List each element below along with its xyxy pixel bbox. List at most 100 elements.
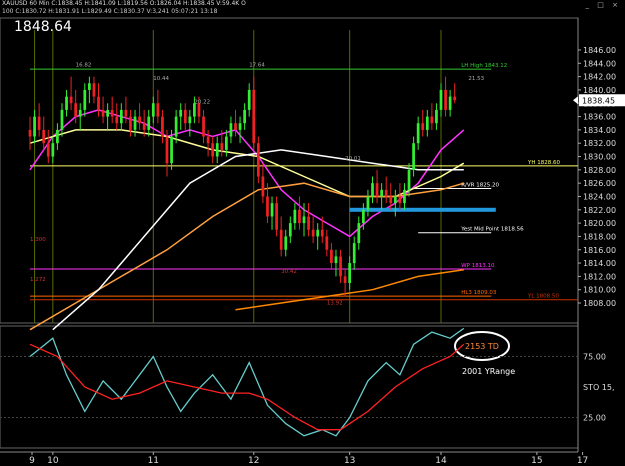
candle-body <box>56 129 59 144</box>
candle-body <box>110 109 114 117</box>
candle-body <box>129 116 132 130</box>
candle-body <box>206 136 210 144</box>
price-annotation: 17.64 <box>249 63 265 69</box>
candle-body <box>330 249 333 264</box>
candle-body <box>142 123 146 130</box>
candle-body <box>161 116 164 137</box>
candle-body <box>375 183 379 197</box>
candle-body <box>28 129 32 137</box>
level-label: WP 1813.10 <box>461 263 495 269</box>
level-label: Yest Mid Point 1818.56 <box>460 227 524 233</box>
candle-body <box>444 89 447 110</box>
x-tick-label: 15 <box>531 456 542 466</box>
candle-body <box>220 143 224 150</box>
candle-body <box>270 203 274 217</box>
candle-body <box>179 109 183 117</box>
candle-body <box>389 196 393 204</box>
level-label: HL3 1809.03 <box>461 290 497 296</box>
candle-body <box>124 109 128 117</box>
candle-body <box>384 189 388 197</box>
stochastic-line <box>29 343 465 431</box>
candle-body <box>339 256 342 277</box>
price-annotation: 16.82 <box>76 63 92 69</box>
y-tick-label: 1828.00 <box>583 166 616 175</box>
price-annotation: 20.22 <box>194 99 210 105</box>
level-label: LH High 1843.12 <box>461 63 507 69</box>
yrange-text: 2001 YRange <box>462 367 515 376</box>
candle-body <box>65 96 68 110</box>
candle-body <box>357 223 361 244</box>
price-annotation: 30.42 <box>281 269 297 275</box>
candle-body <box>398 196 402 204</box>
candle-body <box>234 123 237 130</box>
candle-body <box>266 196 269 217</box>
candle-body <box>97 96 100 110</box>
price-annotation: 20.01 <box>345 156 361 162</box>
y-tick-label: 1816.00 <box>583 246 616 255</box>
candle-body <box>101 109 105 117</box>
candle-body <box>403 189 406 204</box>
y-tick-label: 1818.00 <box>583 232 616 241</box>
level-label: YL 1808.50 <box>527 294 559 300</box>
candle-body <box>247 89 251 110</box>
candle-body <box>92 83 96 97</box>
candle-body <box>33 116 36 137</box>
candle-body <box>334 256 338 264</box>
candle-body <box>106 109 110 117</box>
x-tick-label: 10 <box>47 456 59 466</box>
candle-body <box>202 116 205 137</box>
candle-body <box>165 136 169 164</box>
candle-body <box>279 229 283 250</box>
candle-body <box>311 229 315 237</box>
candle-body <box>361 209 365 224</box>
candle-body <box>316 229 320 237</box>
candle-body <box>412 143 415 170</box>
price-annotation: 1.300 <box>30 237 46 243</box>
x-tick-label: 17 <box>577 456 588 466</box>
y-tick-label: 1820.00 <box>583 219 616 228</box>
candle-body <box>371 183 374 197</box>
candle-body <box>69 96 73 104</box>
chart-window: XAUUSD 60 Min C:1838.45 H:1841.09 L:1819… <box>0 0 625 466</box>
candle-body <box>430 116 434 124</box>
candle-body <box>352 243 356 264</box>
moving-average-line <box>29 129 465 198</box>
x-tick-label: 13 <box>344 456 355 466</box>
candle-body <box>416 123 420 144</box>
candle-body <box>224 136 228 150</box>
y-tick-label: 1846.00 <box>583 46 616 55</box>
candle-body <box>380 189 384 197</box>
stochastic-tick-label: 75.00 <box>583 353 606 362</box>
candle-body <box>293 209 297 224</box>
x-tick-label: 9 <box>29 456 35 466</box>
price-annotation: 1.272 <box>30 277 46 283</box>
candle-body <box>320 229 324 237</box>
candle-body <box>174 116 178 137</box>
candle-body <box>435 109 438 124</box>
candle-body <box>366 196 370 210</box>
candle-body <box>42 129 46 144</box>
y-tick-label: 1808.00 <box>583 299 616 308</box>
price-annotation: 10.44 <box>153 76 169 82</box>
level-label: R/VR 1825.20 <box>461 182 499 188</box>
candle-body <box>151 103 155 117</box>
candle-body <box>133 116 137 130</box>
stochastic-line <box>29 327 465 437</box>
candle-body <box>453 96 457 101</box>
candle-body <box>256 143 260 177</box>
last-price-label: 1838.45 <box>582 96 615 105</box>
candle-body <box>407 169 411 190</box>
blue-zone-bar <box>349 207 496 212</box>
y-tick-label: 1836.00 <box>583 113 616 122</box>
candle-body <box>393 196 397 204</box>
y-tick-label: 1830.00 <box>583 153 616 162</box>
y-tick-label: 1826.00 <box>583 179 616 188</box>
price-annotation: 21.53 <box>468 76 484 82</box>
candle-body <box>229 123 233 137</box>
candle-body <box>302 216 306 224</box>
y-tick-label: 1844.00 <box>583 59 616 68</box>
last-price-arrow <box>573 96 578 105</box>
candle-body <box>138 116 141 124</box>
candle-body <box>115 116 119 124</box>
candle-body <box>211 143 215 157</box>
